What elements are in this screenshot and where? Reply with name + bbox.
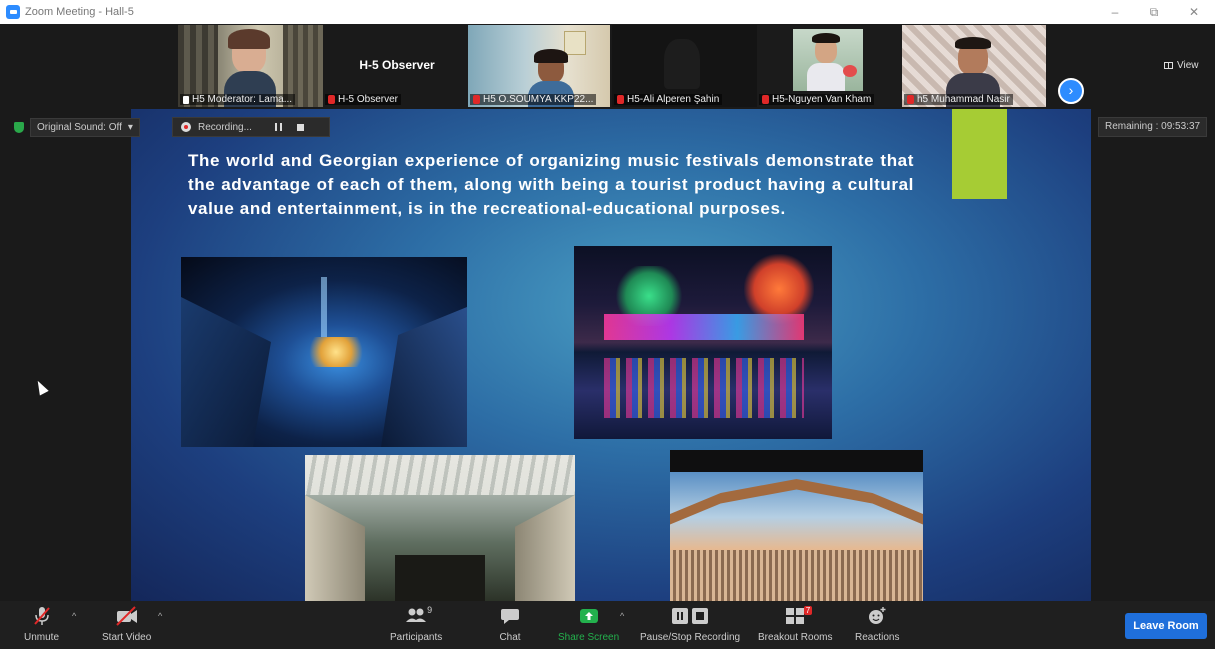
chevron-down-icon: ▾ [127,121,133,133]
mic-muted-icon [907,95,914,104]
thumb-label: H5 O.SOUMYA KKP22... [470,94,597,105]
chat-button[interactable]: Chat [499,605,521,643]
video-thumb-nguyen[interactable]: H5-Nguyen Van Kham [757,25,902,107]
minimize-icon[interactable]: – [1101,3,1129,21]
close-icon[interactable]: ✕ [1180,3,1208,21]
pause-stop-icon [670,605,710,627]
leave-room-button[interactable]: Leave Room [1125,613,1207,639]
mic-muted-icon [31,605,53,627]
pause-recording-button[interactable] [274,123,282,131]
mic-muted-icon [617,95,624,104]
festival-photo-lake [574,246,832,439]
video-thumb-moderator[interactable]: H5 Moderator: Lama... [178,25,323,107]
thumb-label: H-5 Observer [325,94,402,105]
original-sound-control[interactable]: Original Sound: Off ▾ [14,117,140,137]
thumb-label: H5-Ali Alperen Şahin [614,94,723,105]
grid-view-icon [1164,62,1173,69]
participants-button[interactable]: 9 Participants [390,605,442,643]
observer-name-text: H-5 Observer [359,58,435,72]
record-icon [181,122,191,132]
reactions-button[interactable]: Reactions [855,605,899,643]
video-off-icon [114,605,140,627]
thumb-label: H5-Nguyen Van Kham [759,94,875,105]
participants-count: 9 [427,605,433,615]
start-video-button[interactable]: Start Video [102,605,151,643]
window-title: Zoom Meeting - Hall-5 [25,6,134,18]
original-sound-button[interactable]: Original Sound: Off ▾ [30,117,140,137]
video-thumb-soumya[interactable]: H5 O.SOUMYA KKP22... [468,25,610,107]
zoom-window: Zoom Meeting - Hall-5 – ⧉ ✕ H5 Moderator… [0,0,1215,649]
remaining-time: Remaining : 09:53:37 [1098,117,1208,137]
participants-icon: 9 [404,605,432,627]
mic-muted-icon [473,95,480,104]
video-thumb-ali[interactable]: H5-Ali Alperen Şahin [612,25,757,107]
share-options-caret[interactable]: ^ [620,611,624,621]
title-bar: Zoom Meeting - Hall-5 – ⧉ ✕ [0,0,1215,24]
share-screen-button[interactable]: Share Screen [558,605,619,643]
emoji-icon [866,605,888,627]
pause-stop-recording-button[interactable]: Pause/Stop Recording [640,605,740,643]
unmute-button[interactable]: Unmute [24,605,59,643]
share-screen-icon [578,605,600,627]
video-thumb-muhammad[interactable]: h5 Muhammad Nasir [902,25,1046,107]
chat-icon [499,605,521,627]
breakout-badge: 7 [803,606,813,615]
festival-photo-cave [181,257,467,447]
stop-recording-button[interactable] [296,123,304,131]
shared-slide: The world and Georgian experience of org… [131,109,1091,601]
next-page-button[interactable]: › [1058,78,1084,104]
video-options-caret[interactable]: ^ [158,611,162,621]
mic-muted-icon [328,95,335,104]
video-thumbnail-strip: H5 Moderator: Lama... H-5 Observer H-5 O… [0,24,1215,108]
restore-icon[interactable]: ⧉ [1140,3,1168,21]
thumb-label: h5 Muhammad Nasir [904,94,1013,105]
meeting-toolbar: Unmute ^ Start Video ^ 9 Participants Ch… [0,601,1215,649]
zoom-app-icon [6,5,20,19]
festival-photo-arena [670,450,923,601]
view-button[interactable]: View [1164,60,1199,71]
recording-indicator: Recording... [172,117,330,137]
audio-options-caret[interactable]: ^ [72,611,76,621]
mouse-cursor [33,378,49,396]
shield-icon [14,121,24,133]
slide-accent-block [952,109,1007,199]
pin-icon [183,95,189,104]
festival-photo-pavilion [305,455,575,601]
thumb-label: H5 Moderator: Lama... [180,94,296,105]
chevron-right-icon: › [1068,82,1074,98]
breakout-rooms-icon: 7 [784,605,813,627]
mic-muted-icon [762,95,769,104]
slide-text: The world and Georgian experience of org… [188,151,914,218]
breakout-rooms-button[interactable]: 7 Breakout Rooms [758,605,832,643]
